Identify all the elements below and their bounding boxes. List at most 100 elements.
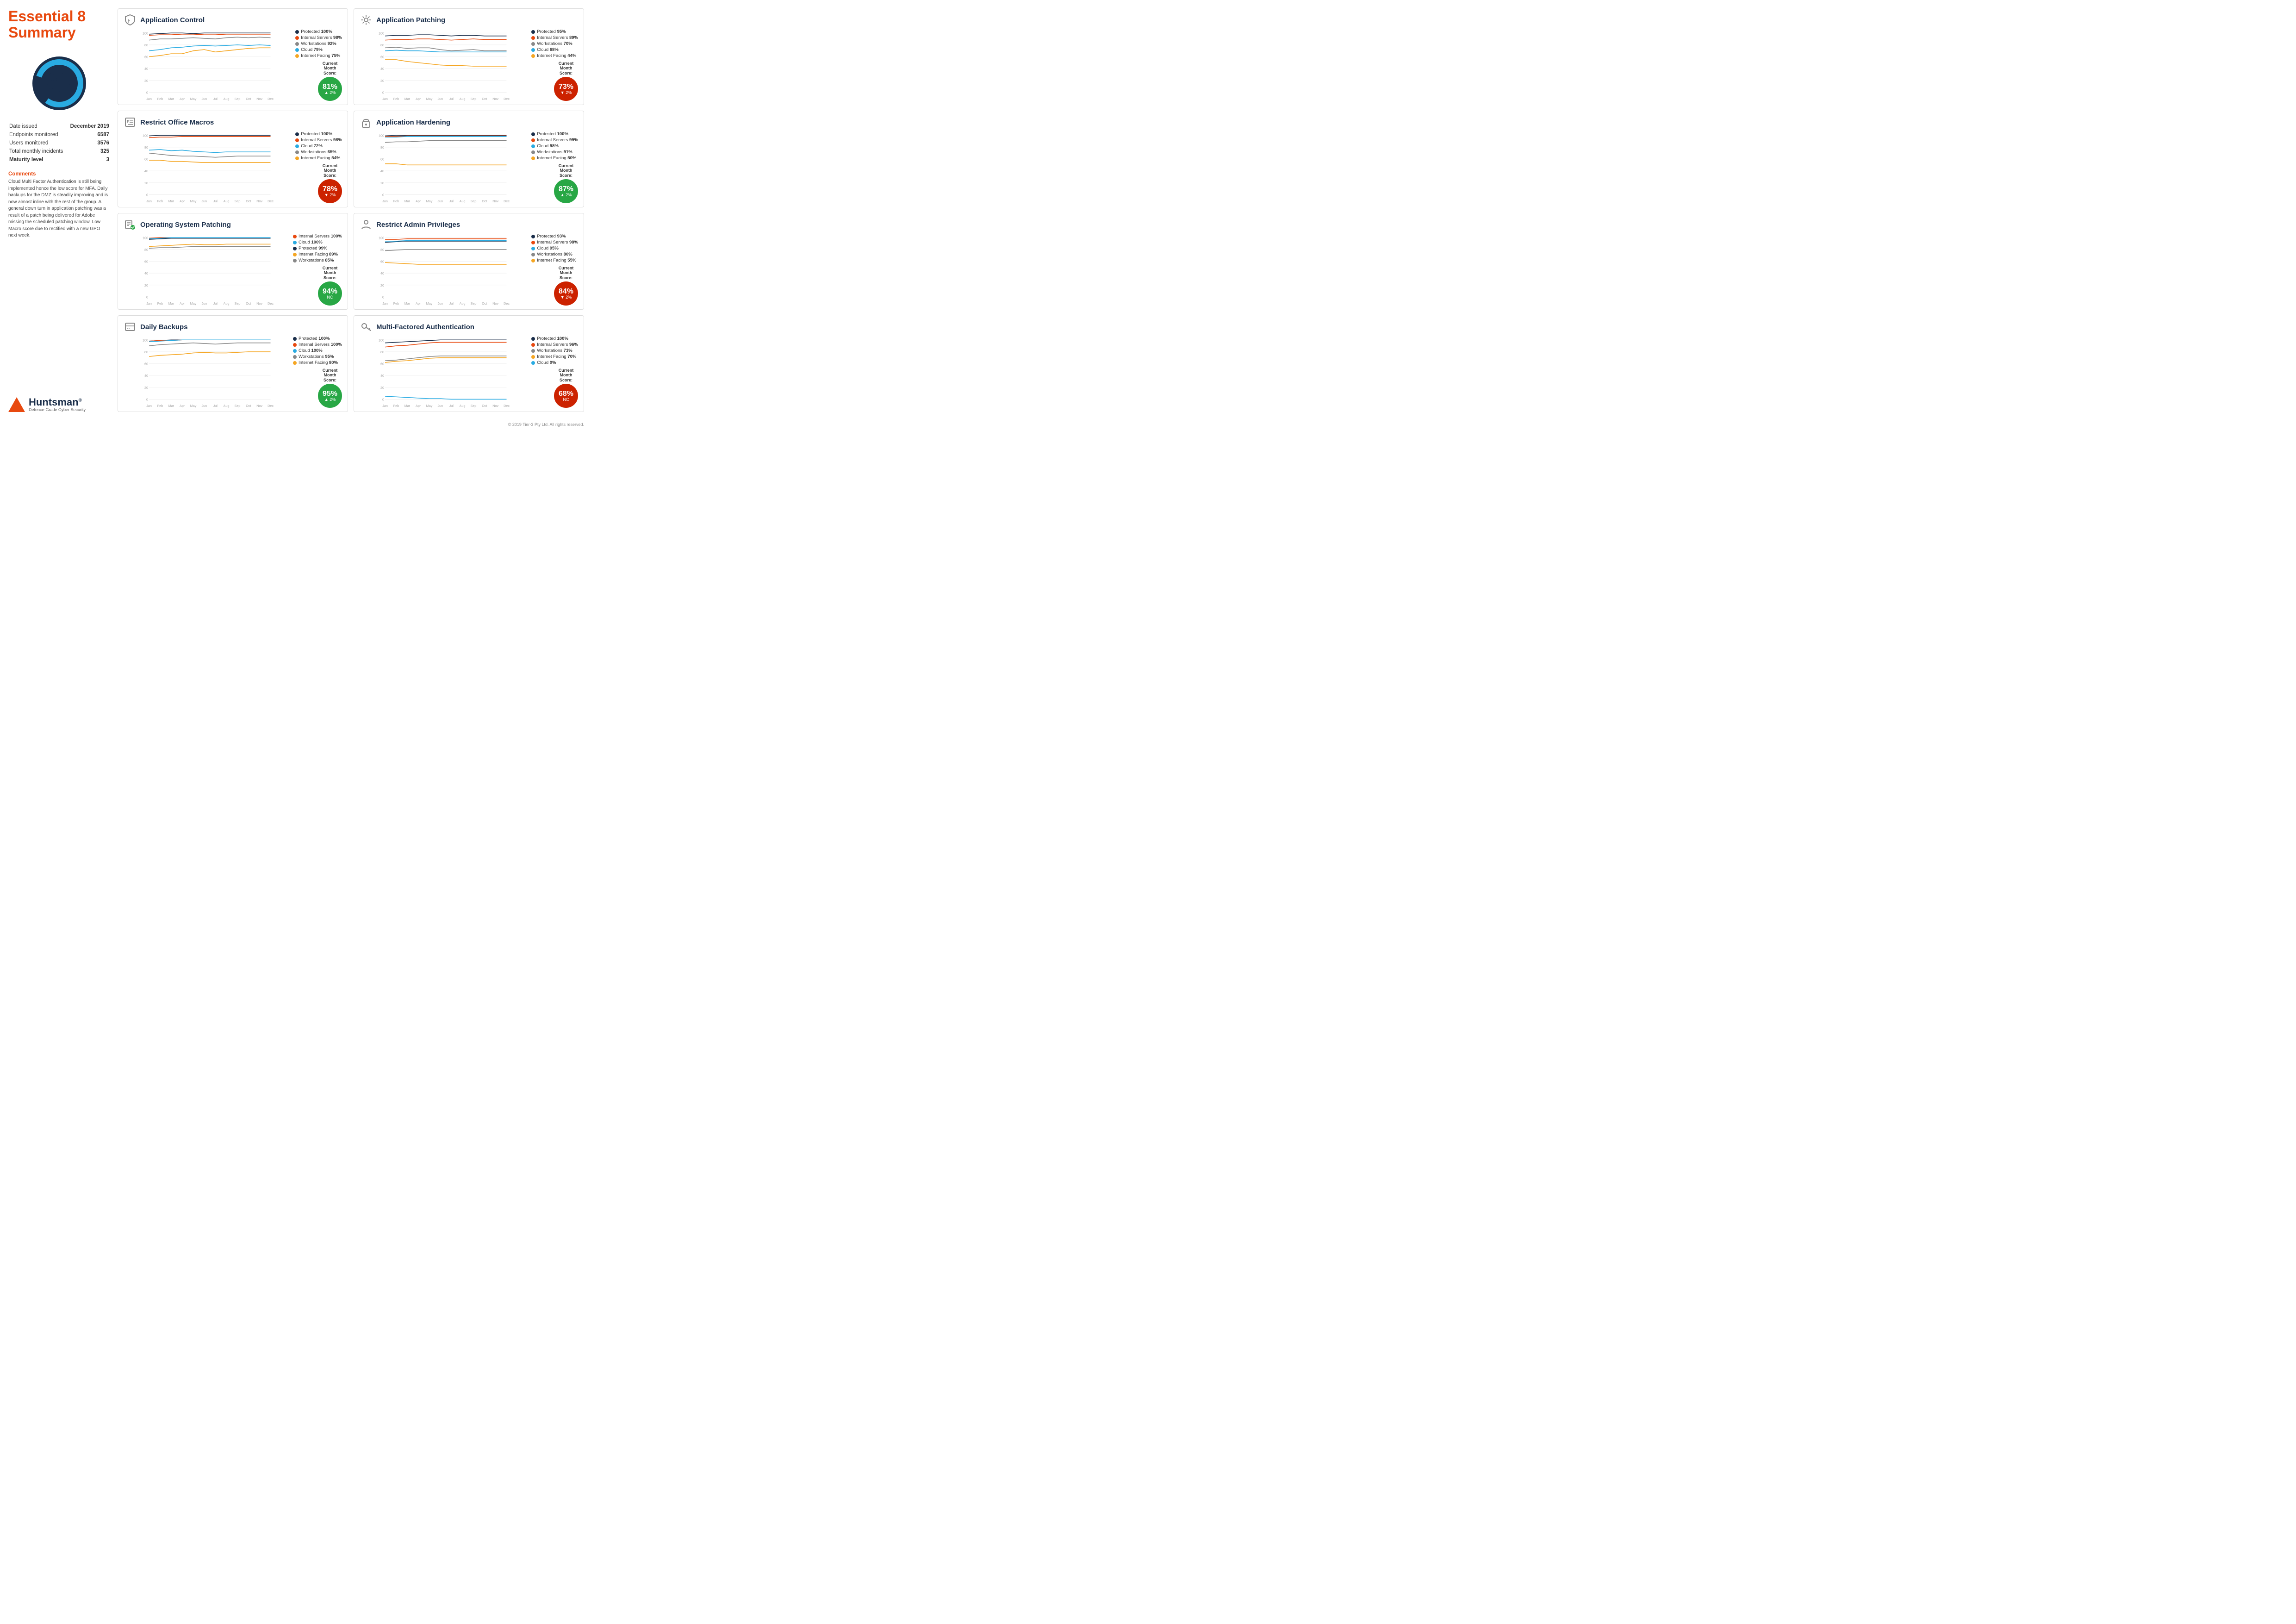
legend-label: Protected 95% bbox=[537, 29, 566, 34]
score-circle: 78% ▼ 2% bbox=[318, 179, 342, 203]
svg-text:Apr: Apr bbox=[416, 301, 421, 306]
svg-text:Jun: Jun bbox=[438, 199, 443, 203]
svg-text:100: 100 bbox=[143, 338, 148, 342]
svg-text:Sep: Sep bbox=[471, 199, 477, 203]
svg-text:60: 60 bbox=[144, 55, 148, 59]
svg-text:80: 80 bbox=[380, 43, 384, 47]
card-icon-key bbox=[360, 320, 373, 333]
svg-text:Mar: Mar bbox=[168, 97, 174, 101]
legend-item: Internal Servers 98% bbox=[295, 137, 342, 143]
score-box: CurrentMonthScore: 68% NC bbox=[554, 368, 578, 408]
svg-text:Feb: Feb bbox=[157, 199, 163, 203]
legend-dot bbox=[531, 343, 535, 347]
stat-value: 3 bbox=[67, 156, 110, 164]
svg-text:Jul: Jul bbox=[449, 301, 454, 306]
svg-text:Sep: Sep bbox=[235, 301, 241, 306]
score-label: CurrentMonthScore: bbox=[554, 266, 578, 281]
score-box: CurrentMonthScore: 81% ▲ 2% bbox=[318, 61, 342, 101]
svg-text:100: 100 bbox=[143, 133, 148, 137]
comments-text: Cloud Multi Factor Authentication is sti… bbox=[8, 179, 110, 239]
svg-text:20: 20 bbox=[144, 181, 148, 185]
card-header: Application Hardening bbox=[360, 116, 578, 129]
legend-dot bbox=[295, 54, 299, 58]
svg-text:Nov: Nov bbox=[256, 301, 262, 306]
legend-item: Workstations 85% bbox=[293, 258, 342, 263]
legend-dot bbox=[531, 241, 535, 244]
legend-dot bbox=[531, 156, 535, 160]
legend-dot bbox=[531, 132, 535, 136]
score-box: CurrentMonthScore: 87% ▲ 2% bbox=[554, 163, 578, 203]
svg-text:Feb: Feb bbox=[157, 97, 163, 101]
svg-text:Aug: Aug bbox=[224, 301, 230, 306]
legend-label: Workstations 92% bbox=[301, 41, 336, 46]
chart-legend-score: Protected 93% Internal Servers 98% Cloud… bbox=[527, 234, 578, 306]
score-circle: 68% NC bbox=[554, 384, 578, 408]
card-title: Application Patching bbox=[376, 16, 445, 24]
legend-item: Protected 93% bbox=[531, 234, 578, 239]
score-circle: 81% ▲ 2% bbox=[318, 77, 342, 101]
card-title: Application Control bbox=[140, 16, 205, 24]
legend-label: Protected 100% bbox=[301, 29, 332, 34]
card-title: Restrict Admin Privileges bbox=[376, 221, 460, 229]
card-title: Application Hardening bbox=[376, 119, 450, 126]
svg-text:Oct: Oct bbox=[246, 199, 251, 203]
legend-items: Protected 93% Internal Servers 98% Cloud… bbox=[531, 234, 578, 265]
score-label: CurrentMonthScore: bbox=[318, 368, 342, 383]
svg-text:May: May bbox=[426, 97, 433, 101]
svg-text:Mar: Mar bbox=[404, 404, 411, 408]
legend-label: Internet Facing 55% bbox=[537, 258, 576, 263]
stat-value: 3576 bbox=[67, 139, 110, 147]
chart-wrapper: 100806040200 JanFebMarAprMayJunJulAugSep… bbox=[360, 131, 523, 203]
legend-dot bbox=[293, 355, 297, 359]
svg-text:Jan: Jan bbox=[382, 97, 388, 101]
svg-text:100: 100 bbox=[379, 338, 384, 342]
score-label: CurrentMonthScore: bbox=[554, 368, 578, 383]
svg-text:May: May bbox=[190, 199, 197, 203]
legend-label: Workstations 80% bbox=[537, 252, 572, 257]
svg-text:Apr: Apr bbox=[416, 404, 421, 408]
svg-text:Nov: Nov bbox=[492, 404, 498, 408]
chart-legend-score: Internal Servers 100% Cloud 100% Protect… bbox=[291, 234, 342, 306]
svg-text:40: 40 bbox=[380, 374, 384, 378]
legend-label: Cloud 68% bbox=[537, 47, 558, 52]
legend-label: Internal Servers 96% bbox=[537, 342, 578, 347]
legend-item: Internal Servers 98% bbox=[531, 240, 578, 245]
legend-item: Cloud 72% bbox=[295, 144, 342, 149]
svg-text:Jun: Jun bbox=[438, 97, 443, 101]
title-block: Essential 8Summary bbox=[8, 8, 110, 41]
legend-item: Workstations 92% bbox=[295, 41, 342, 46]
svg-text:Jun: Jun bbox=[202, 404, 207, 408]
legend-item: Internal Servers 100% bbox=[293, 234, 342, 239]
score-circle: 73% ▼ 2% bbox=[554, 77, 578, 101]
svg-text:Jun: Jun bbox=[438, 404, 443, 408]
stat-label: Date issued bbox=[8, 122, 67, 131]
legend-item: Internal Servers 100% bbox=[293, 342, 342, 347]
svg-text:Nov: Nov bbox=[492, 97, 498, 101]
score-box: CurrentMonthScore: 95% ▲ 2% bbox=[318, 368, 342, 408]
card-icon-patch bbox=[124, 218, 137, 231]
score-box: CurrentMonthScore: 73% ▼ 2% bbox=[554, 61, 578, 101]
overall-label: OVERALLSCORE bbox=[46, 72, 72, 82]
score-circle: 94% NC bbox=[318, 281, 342, 306]
svg-text:Sep: Sep bbox=[471, 404, 477, 408]
stat-label: Maturity level bbox=[8, 156, 67, 164]
svg-text:Sep: Sep bbox=[471, 301, 477, 306]
svg-text:Dec: Dec bbox=[268, 199, 274, 203]
svg-text:Nov: Nov bbox=[492, 301, 498, 306]
svg-text:Oct: Oct bbox=[246, 301, 251, 306]
chart-legend-score: Protected 100% Internal Servers 99% Clou… bbox=[527, 131, 578, 203]
score-circle: 84% ▼ 2% bbox=[554, 281, 578, 306]
svg-text:Aug: Aug bbox=[460, 97, 466, 101]
legend-label: Protected 93% bbox=[537, 234, 566, 239]
svg-text:Aug: Aug bbox=[224, 199, 230, 203]
legend-item: Cloud 68% bbox=[531, 47, 578, 52]
svg-text:Aug: Aug bbox=[460, 301, 466, 306]
legend-dot bbox=[293, 349, 297, 353]
score-circle: 95% ▲ 2% bbox=[318, 384, 342, 408]
legend-item: Internet Facing 50% bbox=[531, 156, 578, 161]
svg-text:Dec: Dec bbox=[504, 301, 510, 306]
legend-dot bbox=[293, 337, 297, 341]
legend-label: Workstations 85% bbox=[299, 258, 334, 263]
legend-dot bbox=[293, 343, 297, 347]
svg-text:40: 40 bbox=[144, 169, 148, 173]
